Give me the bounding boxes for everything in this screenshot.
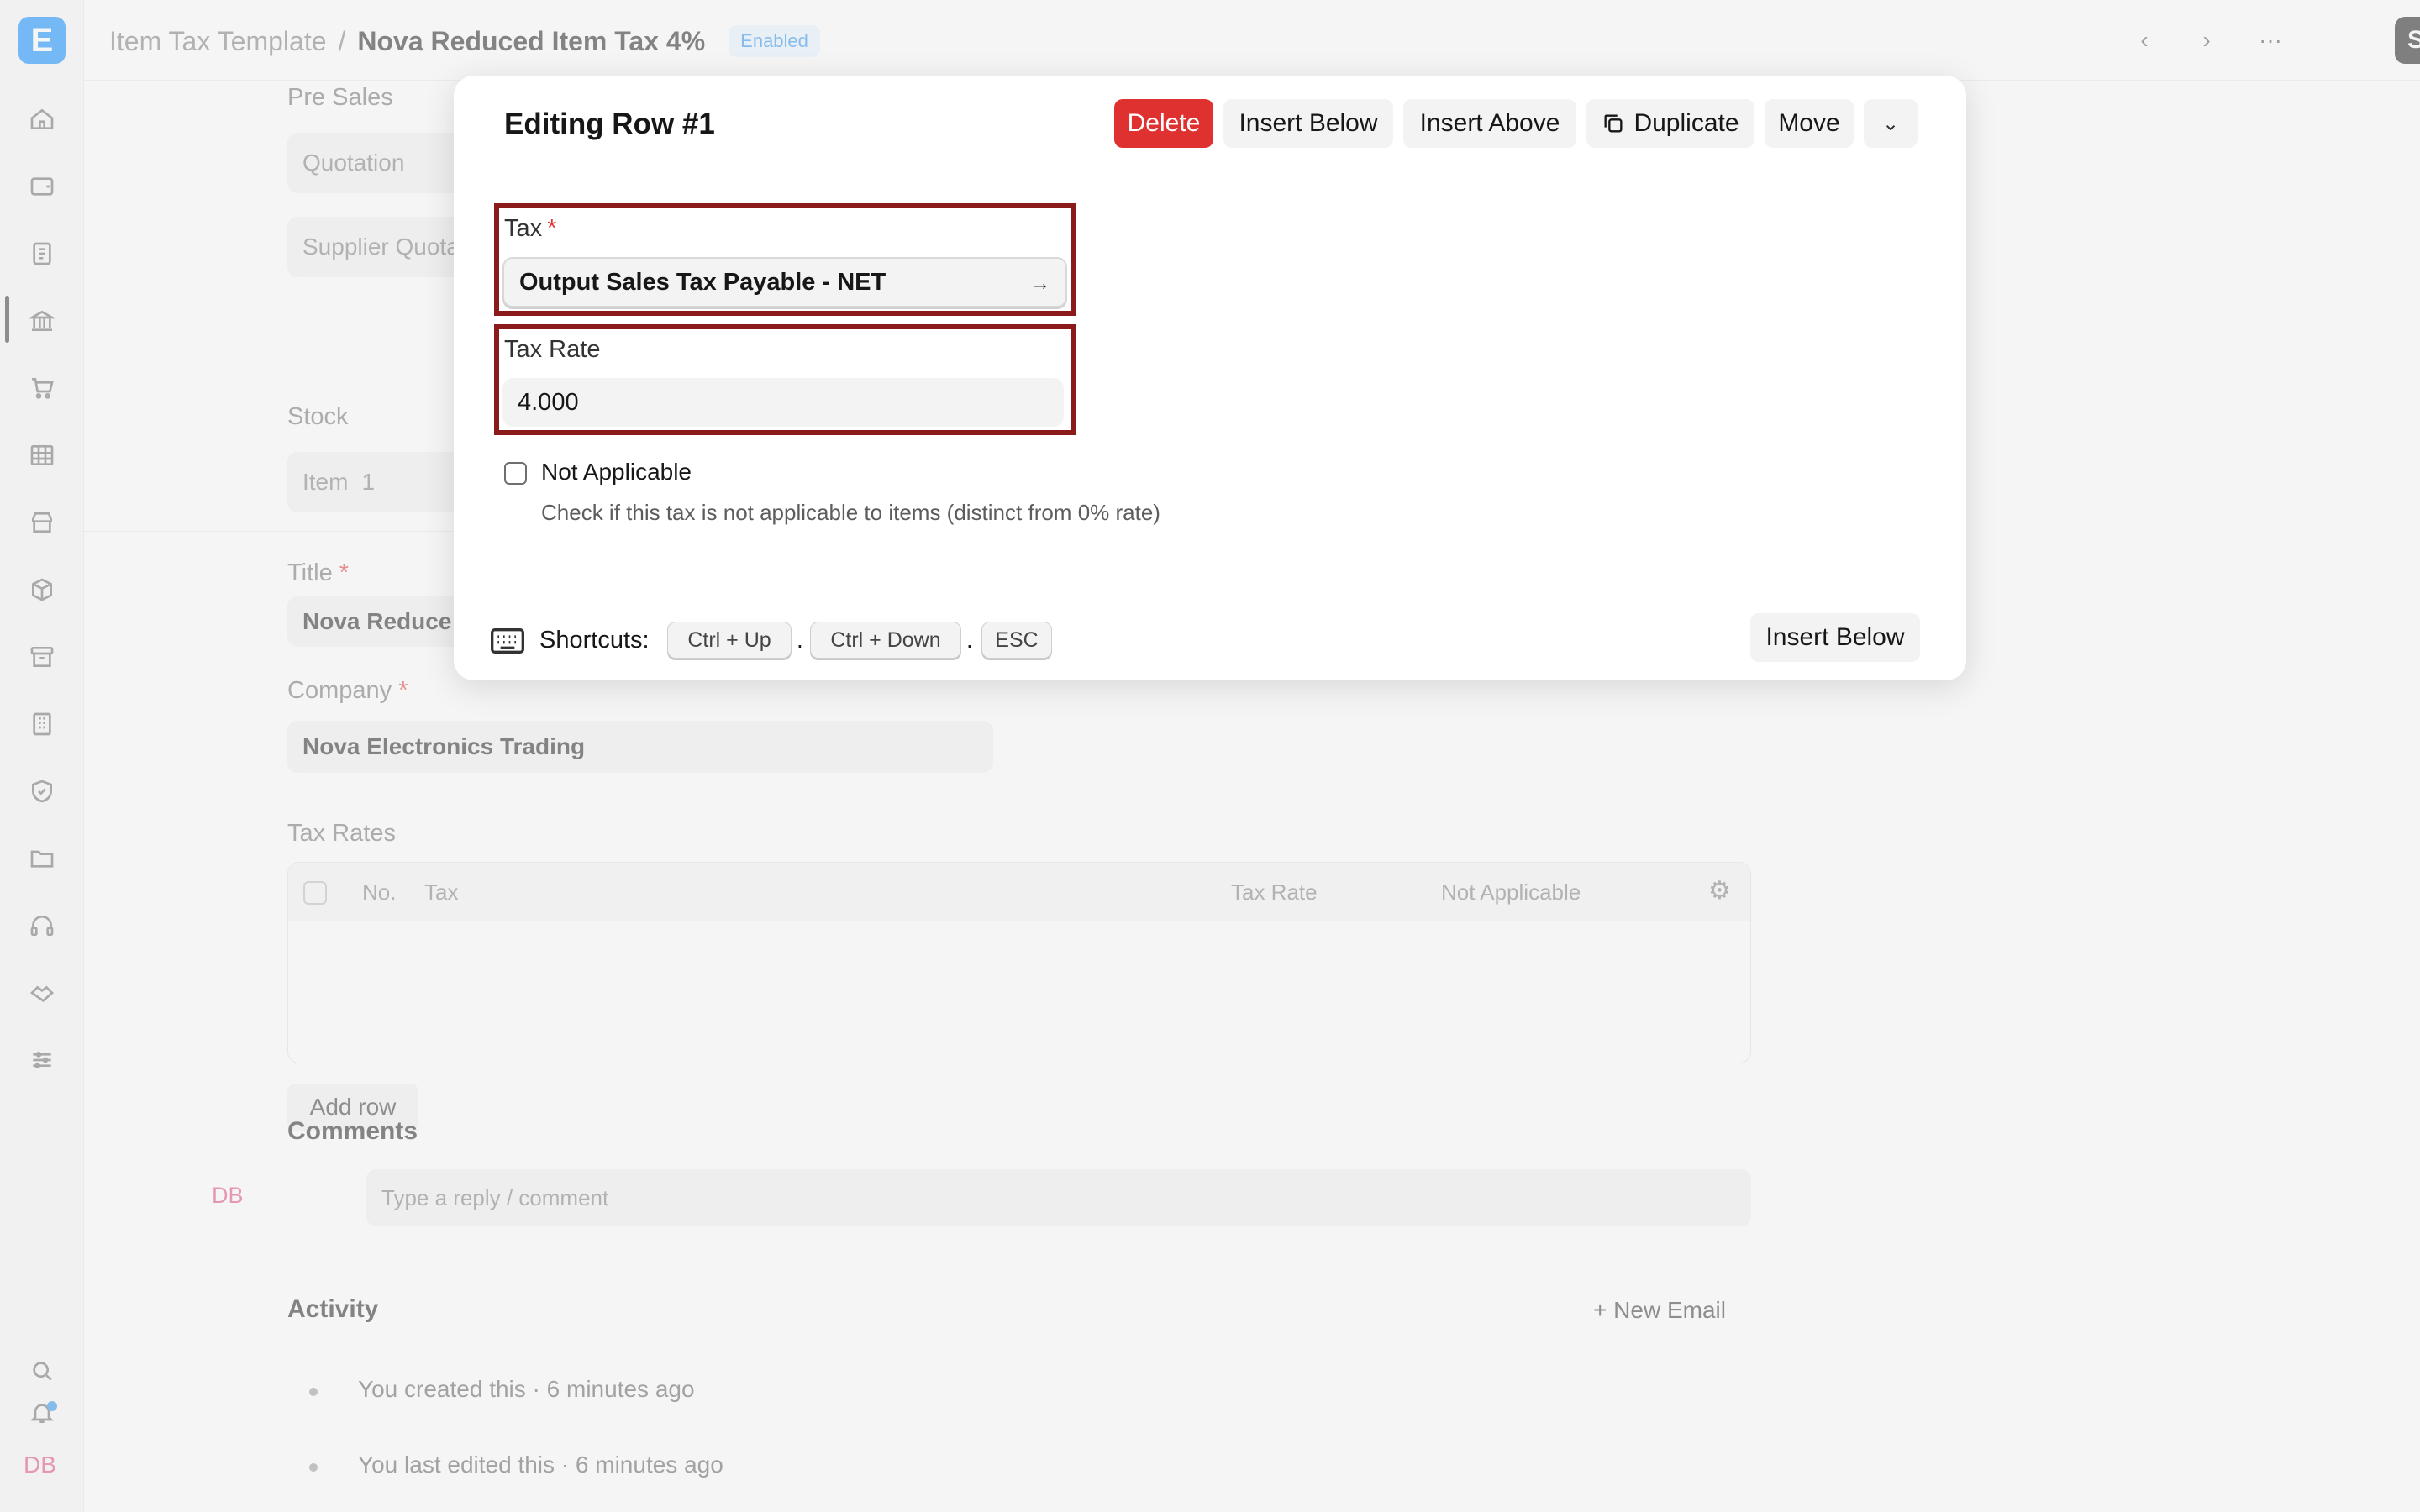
collapse-dialog-button[interactable]: ⌄ [1864, 99, 1918, 148]
edit-row-dialog: Editing Row #1 Delete Insert Below Inser… [454, 76, 1966, 680]
tax-label: Tax * [504, 215, 556, 243]
shortcut-key: Ctrl + Up [667, 622, 792, 659]
tax-link-input[interactable]: Output Sales Tax Payable - NET → [502, 257, 1067, 307]
shortcut-separator: . [966, 627, 973, 653]
shortcuts-label: Shortcuts: [539, 627, 650, 654]
dialog-title: Editing Row #1 [504, 108, 715, 140]
insert-above-button[interactable]: Insert Above [1403, 99, 1576, 148]
tax-rate-input[interactable]: 4.000 [502, 378, 1064, 427]
shortcut-key: Ctrl + Down [810, 622, 961, 659]
not-applicable-label[interactable]: Not Applicable [541, 459, 692, 486]
keyboard-icon [491, 627, 524, 655]
footer-insert-below-button[interactable]: Insert Below [1750, 613, 1920, 662]
shortcut-separator: . [797, 627, 803, 653]
duplicate-label: Duplicate [1634, 109, 1739, 137]
delete-button[interactable]: Delete [1114, 99, 1213, 148]
not-applicable-checkbox[interactable] [504, 462, 527, 485]
insert-below-button[interactable]: Insert Below [1223, 99, 1393, 148]
chevron-down-icon: ⌄ [1881, 112, 1900, 135]
duplicate-icon [1604, 114, 1623, 133]
tax-rate-label: Tax Rate [504, 336, 601, 363]
tax-label-text: Tax [504, 215, 543, 242]
required-mark: * [547, 215, 557, 242]
duplicate-button[interactable]: Duplicate [1586, 99, 1754, 148]
not-applicable-description: Check if this tax is not applicable to i… [541, 500, 1160, 525]
tax-value: Output Sales Tax Payable - NET [519, 268, 886, 296]
arrow-right-icon[interactable]: → [1030, 272, 1050, 296]
move-button[interactable]: Move [1765, 99, 1854, 148]
shortcut-key: ESC [981, 622, 1052, 659]
